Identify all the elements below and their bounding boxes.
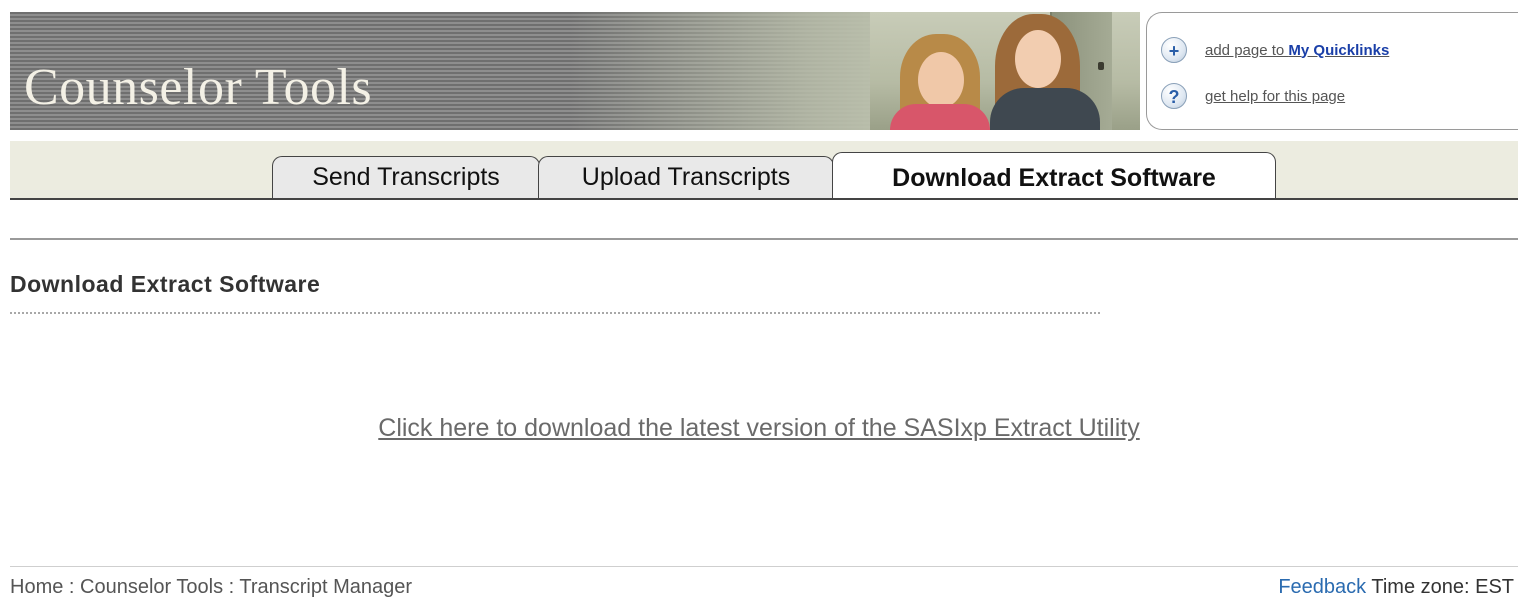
tab-upload-transcripts[interactable]: Upload Transcripts (538, 156, 834, 198)
quicklinks-panel: + add page to My Quicklinks ? get help f… (1146, 12, 1518, 130)
person-one-body (890, 104, 990, 130)
breadcrumb-transcript-manager: Transcript Manager (239, 576, 413, 598)
page-title: Counselor Tools (24, 59, 373, 116)
feedback-link[interactable]: Feedback (1278, 576, 1366, 598)
help-row[interactable]: ? get help for this page (1161, 83, 1345, 109)
tab-bar: Send Transcripts Upload Transcripts Down… (10, 141, 1518, 200)
my-quicklinks-label: My Quicklinks (1288, 41, 1390, 59)
tab-download-extract-software[interactable]: Download Extract Software (832, 152, 1276, 200)
person-two-body (990, 88, 1100, 130)
section-title-underline (10, 312, 1100, 314)
download-extract-utility-link[interactable]: Click here to download the latest versio… (0, 414, 1518, 443)
help-link[interactable]: get help for this page (1205, 88, 1345, 105)
banner-fade (570, 12, 910, 130)
plus-icon[interactable]: + (1161, 37, 1187, 63)
question-icon[interactable]: ? (1161, 83, 1187, 109)
tab-bar-baseline (10, 198, 1518, 200)
section-divider (10, 238, 1518, 240)
breadcrumb-home[interactable]: Home (10, 576, 63, 598)
door-knob (1098, 62, 1104, 70)
timezone-label: Time zone: EST (1371, 576, 1514, 598)
add-quicklink-prefix: add page to (1205, 41, 1289, 59)
add-quicklink-row[interactable]: + add page to My Quicklinks (1161, 37, 1389, 63)
breadcrumb-counselor-tools[interactable]: Counselor Tools (80, 576, 223, 598)
person-one-face (918, 52, 964, 108)
breadcrumb-separator: : (223, 576, 240, 598)
breadcrumb-separator: : (63, 576, 81, 598)
breadcrumb: Home : Counselor Tools : Transcript Mana… (10, 576, 412, 599)
footer-divider (10, 566, 1518, 567)
tab-send-transcripts[interactable]: Send Transcripts (272, 156, 540, 198)
add-quicklink-link[interactable]: add page to My Quicklinks (1205, 42, 1389, 59)
section-title: Download Extract Software (10, 271, 321, 297)
person-two-face (1015, 30, 1061, 88)
footer-meta: Feedback Time zone: EST (1278, 576, 1514, 599)
